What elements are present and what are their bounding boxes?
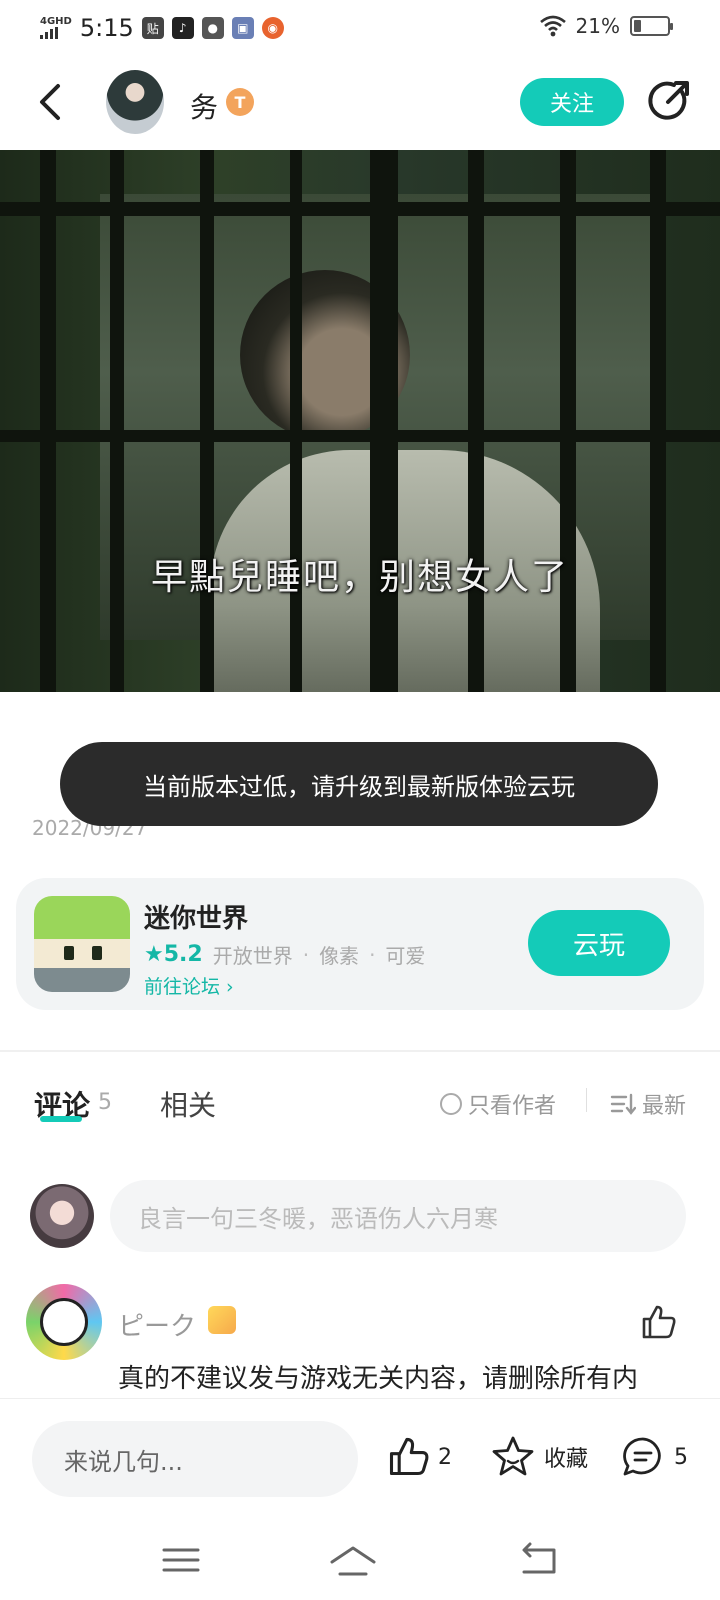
game-tag: 可爱 bbox=[385, 944, 426, 968]
post-image[interactable]: 早點兒睡吧，别想女人了 bbox=[0, 150, 720, 692]
prison-bar bbox=[650, 150, 666, 692]
home-icon[interactable] bbox=[328, 1538, 378, 1582]
network-indicator: 4GHD bbox=[40, 17, 72, 39]
tag-separator: · bbox=[369, 942, 376, 967]
comment-username[interactable]: ピーク bbox=[118, 1306, 196, 1343]
comment-input[interactable]: 良言一句三冬暖，恶语伤人六月寒 bbox=[110, 1180, 686, 1252]
image-subtitle: 早點兒睡吧，别想女人了 bbox=[150, 557, 569, 598]
battery-icon bbox=[630, 16, 673, 36]
menu-icon[interactable] bbox=[156, 1538, 206, 1582]
douyin-icon: ♪ bbox=[171, 17, 194, 39]
only-author-toggle[interactable]: 只看作者 bbox=[440, 1088, 556, 1120]
forum-link[interactable]: 前往论坛 › bbox=[144, 972, 234, 999]
comments-count: 5 bbox=[98, 1090, 112, 1115]
status-left: 4GHD 5:15 贴 ♪ ● ▣ ◉ bbox=[40, 10, 284, 46]
toast-message: 当前版本过低，请升级到最新版体验云玩 bbox=[60, 742, 658, 826]
prison-bar bbox=[560, 150, 576, 692]
battery-fill bbox=[634, 20, 641, 32]
comment-button[interactable]: 5 bbox=[620, 1429, 688, 1485]
author-avatar[interactable] bbox=[106, 70, 164, 134]
prison-crossbar bbox=[0, 430, 720, 442]
clock: 5:15 bbox=[79, 14, 134, 42]
like-count: 2 bbox=[438, 1444, 452, 1470]
thumbs-up-icon bbox=[389, 1437, 429, 1476]
game-tag: 像素 bbox=[319, 944, 360, 968]
game-rating: ★5.2 bbox=[144, 942, 203, 967]
game-meta: ★5.2 开放世界 · 像素 · 可爱 bbox=[144, 940, 425, 969]
like-button[interactable]: 2 bbox=[386, 1429, 452, 1485]
prison-bar bbox=[290, 150, 302, 692]
commenter-avatar[interactable] bbox=[26, 1284, 102, 1360]
sort-button[interactable]: 最新 bbox=[610, 1088, 686, 1120]
game-tag: 开放世界 bbox=[212, 944, 293, 968]
favorite-label: 收藏 bbox=[544, 1447, 589, 1472]
network-type: 4GHD bbox=[40, 16, 72, 27]
bottom-action-bar: 来说几句... 2 收藏 5 bbox=[0, 1398, 720, 1514]
prison-bar bbox=[468, 150, 484, 692]
game-card[interactable]: 迷你世界 ★5.2 开放世界 · 像素 · 可爱 前往论坛 › 云玩 bbox=[16, 878, 704, 1010]
say-something-input[interactable]: 来说几句... bbox=[32, 1421, 358, 1497]
prison-bar bbox=[370, 150, 398, 692]
game-icon-eye bbox=[64, 946, 74, 960]
status-right: 21% bbox=[539, 14, 673, 38]
star-icon bbox=[492, 1436, 534, 1476]
comment-like-icon[interactable] bbox=[638, 1302, 678, 1342]
comment-bubble-icon bbox=[623, 1437, 661, 1476]
favorite-button[interactable]: 收藏 bbox=[490, 1429, 588, 1485]
level-badge: T bbox=[226, 88, 254, 116]
comment-text: 真的不建议发与游戏无关内容，请删除所有内 bbox=[118, 1364, 639, 1394]
my-avatar bbox=[30, 1184, 94, 1248]
tab-active-indicator bbox=[40, 1116, 82, 1122]
wifi-icon bbox=[539, 15, 566, 37]
game-app-icon[interactable] bbox=[34, 896, 130, 992]
sort-icon bbox=[610, 1093, 636, 1115]
prison-bar bbox=[200, 150, 214, 692]
tag-separator: · bbox=[302, 942, 310, 967]
tab-related[interactable]: 相关 bbox=[160, 1084, 216, 1124]
avatar-face bbox=[40, 1298, 88, 1346]
only-author-label: 只看作者 bbox=[468, 1094, 557, 1119]
system-nav-bar bbox=[0, 1520, 720, 1600]
signal-icon bbox=[40, 27, 58, 39]
prison-bar bbox=[110, 150, 124, 692]
user-badge-icon bbox=[208, 1306, 236, 1334]
prison-crossbar bbox=[0, 202, 720, 216]
post-header: 务 T 关注 bbox=[0, 60, 720, 148]
share-icon[interactable] bbox=[646, 78, 692, 124]
battery-text: 21% bbox=[575, 14, 620, 38]
prison-bar bbox=[40, 150, 56, 692]
tieba-icon: 贴 bbox=[141, 17, 164, 39]
game-icon: ▣ bbox=[231, 17, 254, 39]
cloud-play-button[interactable]: 云玩 bbox=[528, 910, 670, 976]
wechat-icon: ● bbox=[201, 17, 224, 39]
game-name[interactable]: 迷你世界 bbox=[144, 898, 248, 935]
comment-count: 5 bbox=[674, 1444, 688, 1470]
filter-separator bbox=[586, 1088, 587, 1112]
author-name[interactable]: 务 bbox=[190, 86, 218, 126]
status-bar: 4GHD 5:15 贴 ♪ ● ▣ ◉ 21% bbox=[0, 0, 720, 56]
sort-label: 最新 bbox=[642, 1094, 687, 1119]
pumpkin-icon: ◉ bbox=[261, 17, 284, 39]
radio-icon bbox=[440, 1093, 462, 1115]
section-divider bbox=[0, 1050, 720, 1052]
back-nav-icon[interactable] bbox=[512, 1538, 562, 1582]
follow-button[interactable]: 关注 bbox=[520, 78, 624, 126]
game-icon-eye bbox=[92, 946, 102, 960]
back-icon[interactable] bbox=[30, 80, 74, 124]
